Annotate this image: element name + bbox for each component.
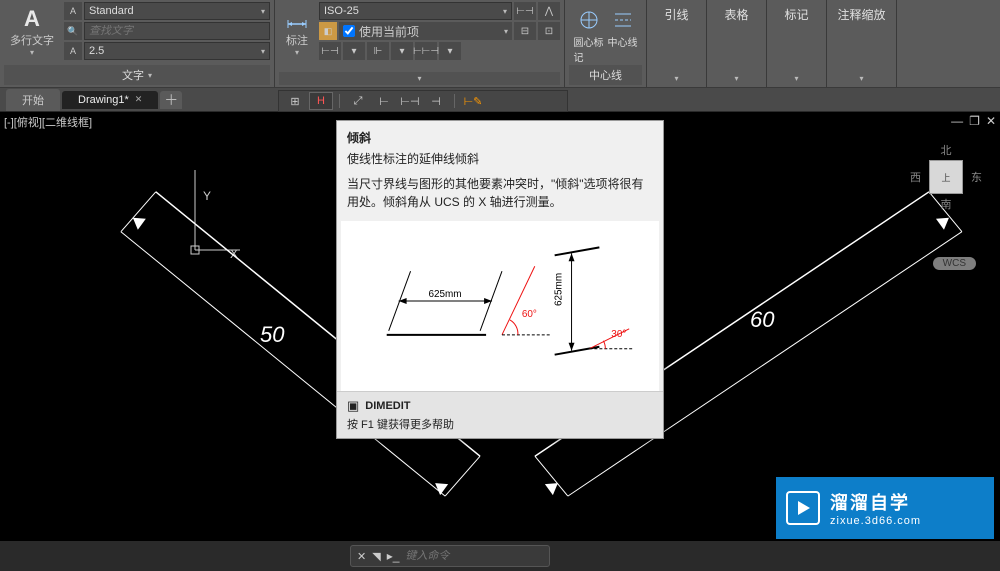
text-panel: A 多行文字 ▾ A Standard▾ 🔍 A [0,0,275,87]
linear-dim-icon[interactable]: ⊢⊣ [319,42,341,60]
mtext-button[interactable]: A 多行文字 ▾ [4,2,60,60]
dim-tog2-icon[interactable]: ⊡ [538,22,560,40]
svg-text:60°: 60° [522,309,537,320]
viewcube[interactable]: 北 西 上 东 南 [910,142,982,212]
command-icon: ▣ [347,398,359,414]
dim-tog1-icon[interactable]: ⊟ [514,22,536,40]
linear-dim-caret[interactable]: ▾ [343,42,365,60]
tab-start[interactable]: 开始 [6,89,60,111]
use-current-checkbox[interactable]: 使用当前项 ▾ [339,22,512,40]
ribbon: A 多行文字 ▾ A Standard▾ 🔍 A [0,0,1000,88]
dim-oblique-icon[interactable]: H [309,92,333,110]
cmd-close-icon[interactable]: ✕ [357,550,366,563]
dimension-button[interactable]: 标注 ▾ [279,2,315,60]
command-input[interactable] [405,550,548,562]
centerline-panel: 圆心标记 中心线 中心线 [565,0,647,87]
tooltip: 倾斜 使线性标注的延伸线倾斜 当尺寸界线与图形的其他要素冲突时，"倾斜"选项将很… [336,120,664,439]
text-panel-title[interactable]: 文字▾ [4,65,270,85]
tooltip-diagram: 625mm 60° 625mm 30° [341,221,659,391]
svg-text:X: X [230,247,238,260]
continue-dim-caret[interactable]: ▾ [439,42,461,60]
tooltip-title: 倾斜 [337,121,663,150]
dim-left-icon[interactable]: ⊢ [372,92,396,110]
tooltip-body: 当尺寸界线与图形的其他要素冲突时，"倾斜"选项将很有用处。倾斜角从 UCS 的 … [337,175,663,221]
table-panel[interactable]: 表格 ▾ [707,0,767,87]
annoscale-panel[interactable]: 注释缩放 ▾ [827,0,897,87]
restore-icon[interactable]: ❐ [969,114,980,128]
dim-misc2-icon[interactable]: ⋀ [538,2,560,20]
dimension-panel: 标注 ▾ ISO-25▾ ⊢⊣ ⋀ ◧ 使用当前项 ▾ [275,0,565,87]
layer-color-icon: ◧ [319,22,337,40]
minimize-icon[interactable]: — [951,114,963,128]
textstyle-dropdown[interactable]: Standard▾ [84,2,270,20]
height-dropdown[interactable]: 2.5▾ [84,42,270,60]
dim-center-icon[interactable]: ⊢⊣ [398,92,422,110]
play-icon [786,491,820,525]
dimstyle-dropdown[interactable]: ISO-25▾ [319,2,512,20]
centermark-button[interactable]: 圆心标记 [574,6,604,64]
tab-drawing1[interactable]: Drawing1* ✕ [62,91,158,109]
leader-panel[interactable]: 引线 ▾ [647,0,707,87]
svg-text:625mm: 625mm [428,289,461,300]
viewport-label[interactable]: [-][俯视][二维线框] [4,114,92,130]
find-text-input[interactable] [84,22,270,40]
quick-dim-icon[interactable]: ⊩ [367,42,389,60]
watermark: 溜溜自学 zixue.3d66.com [776,477,994,539]
quick-dim-caret[interactable]: ▾ [391,42,413,60]
centerline-panel-title: 中心线 [569,65,642,85]
mark-panel[interactable]: 标记 ▾ [767,0,827,87]
close-viewport-icon[interactable]: ✕ [986,114,996,128]
dim-override-icon[interactable]: ⊢✎ [461,92,485,110]
dimension-60: 60 [750,307,774,333]
ucs-icon: Y X [185,160,245,260]
statusbar: ✕ ◥ ▸_ [0,541,1000,571]
dim-right-icon[interactable]: ⊣ [424,92,448,110]
wcs-tag[interactable]: WCS [933,257,976,270]
svg-text:625mm: 625mm [554,273,565,306]
tooltip-subtitle: 使线性标注的延伸线倾斜 [337,150,663,175]
dim-home-icon[interactable]: ⊞ [283,92,307,110]
cmd-history-icon[interactable]: ◥ [372,550,380,563]
svg-text:30°: 30° [611,329,626,340]
continue-dim-icon[interactable]: ⊢⊢⊣ [415,42,437,60]
command-name: DIMEDIT [365,400,410,412]
dim-panel-expand[interactable]: ▾ [279,72,560,85]
textstyle-icon: A [64,2,82,20]
svg-text:Y: Y [203,189,211,203]
height-icon: A [64,42,82,60]
command-line[interactable]: ✕ ◥ ▸_ [350,545,550,567]
cmd-prompt-icon: ▸_ [387,549,400,563]
dim-edit-toolbar: ⊞ H ⤢ ⊢ ⊢⊣ ⊣ ⊢✎ [278,90,568,112]
dim-textangle-icon[interactable]: ⤢ [346,92,370,110]
close-icon[interactable]: ✕ [135,94,143,105]
dimension-50: 50 [260,322,284,348]
dim-misc1-icon[interactable]: ⊢⊣ [514,2,536,20]
search-icon: 🔍 [64,22,82,40]
tooltip-help: 按 F1 键获得更多帮助 [347,416,653,432]
new-tab-button[interactable]: ＋ [160,91,182,109]
centerline-button[interactable]: 中心线 [608,6,638,64]
